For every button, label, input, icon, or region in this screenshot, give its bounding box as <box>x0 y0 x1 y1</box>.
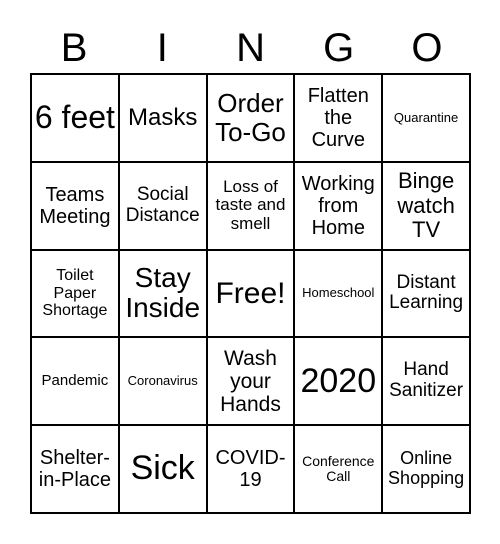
bingo-card: 6 feet Masks Order To-Go Flatten the Curve Q… <box>30 73 471 514</box>
bingo-cell[interactable]: Conference Call <box>294 425 383 513</box>
bingo-cell[interactable]: Pandemic <box>31 337 119 426</box>
header-letter: G <box>323 26 355 70</box>
bingo-cell[interactable]: Wash your Hands <box>206 337 295 426</box>
bingo-cell[interactable]: Online Shopping <box>382 425 470 513</box>
bingo-cell[interactable]: Flatten the Curve <box>294 74 383 162</box>
bingo-cell[interactable]: COVID-19 <box>206 425 295 513</box>
bingo-cell[interactable]: Order To-Go <box>206 74 295 162</box>
bingo-cell[interactable]: Working from Home <box>294 161 383 250</box>
bingo-cell[interactable]: Loss of taste and smell <box>206 161 295 250</box>
free-space-cell[interactable]: Free! <box>206 249 295 338</box>
bingo-header: BINGO <box>30 22 471 74</box>
bingo-cell[interactable]: Sick <box>118 425 207 513</box>
bingo-cell[interactable]: Toilet Paper Shortage <box>31 249 119 338</box>
bingo-cell[interactable]: 2020 <box>294 337 383 426</box>
bingo-cell[interactable]: Quarantine <box>382 74 470 162</box>
bingo-cell[interactable]: 6 feet <box>31 74 119 162</box>
bingo-cell[interactable]: Masks <box>118 74 207 162</box>
bingo-cell[interactable]: Hand Sanitizer <box>382 337 470 426</box>
bingo-cell[interactable]: Shelter-in-Place <box>31 425 119 513</box>
bingo-cell[interactable]: Social Distance <box>118 161 207 250</box>
header-letter: I <box>156 26 168 70</box>
bingo-cell[interactable]: Teams Meeting <box>31 161 119 250</box>
bingo-cell[interactable]: Distant Learning <box>382 249 470 338</box>
header-letter: B <box>60 26 88 70</box>
bingo-cell[interactable]: Homeschool <box>294 249 383 338</box>
bingo-cell[interactable]: Stay Inside <box>118 249 207 338</box>
header-letter: N <box>236 26 265 70</box>
header-letter: O <box>411 26 443 70</box>
bingo-cell[interactable]: Coronavirus <box>118 337 207 426</box>
bingo-cell[interactable]: Binge watch TV <box>382 161 470 250</box>
